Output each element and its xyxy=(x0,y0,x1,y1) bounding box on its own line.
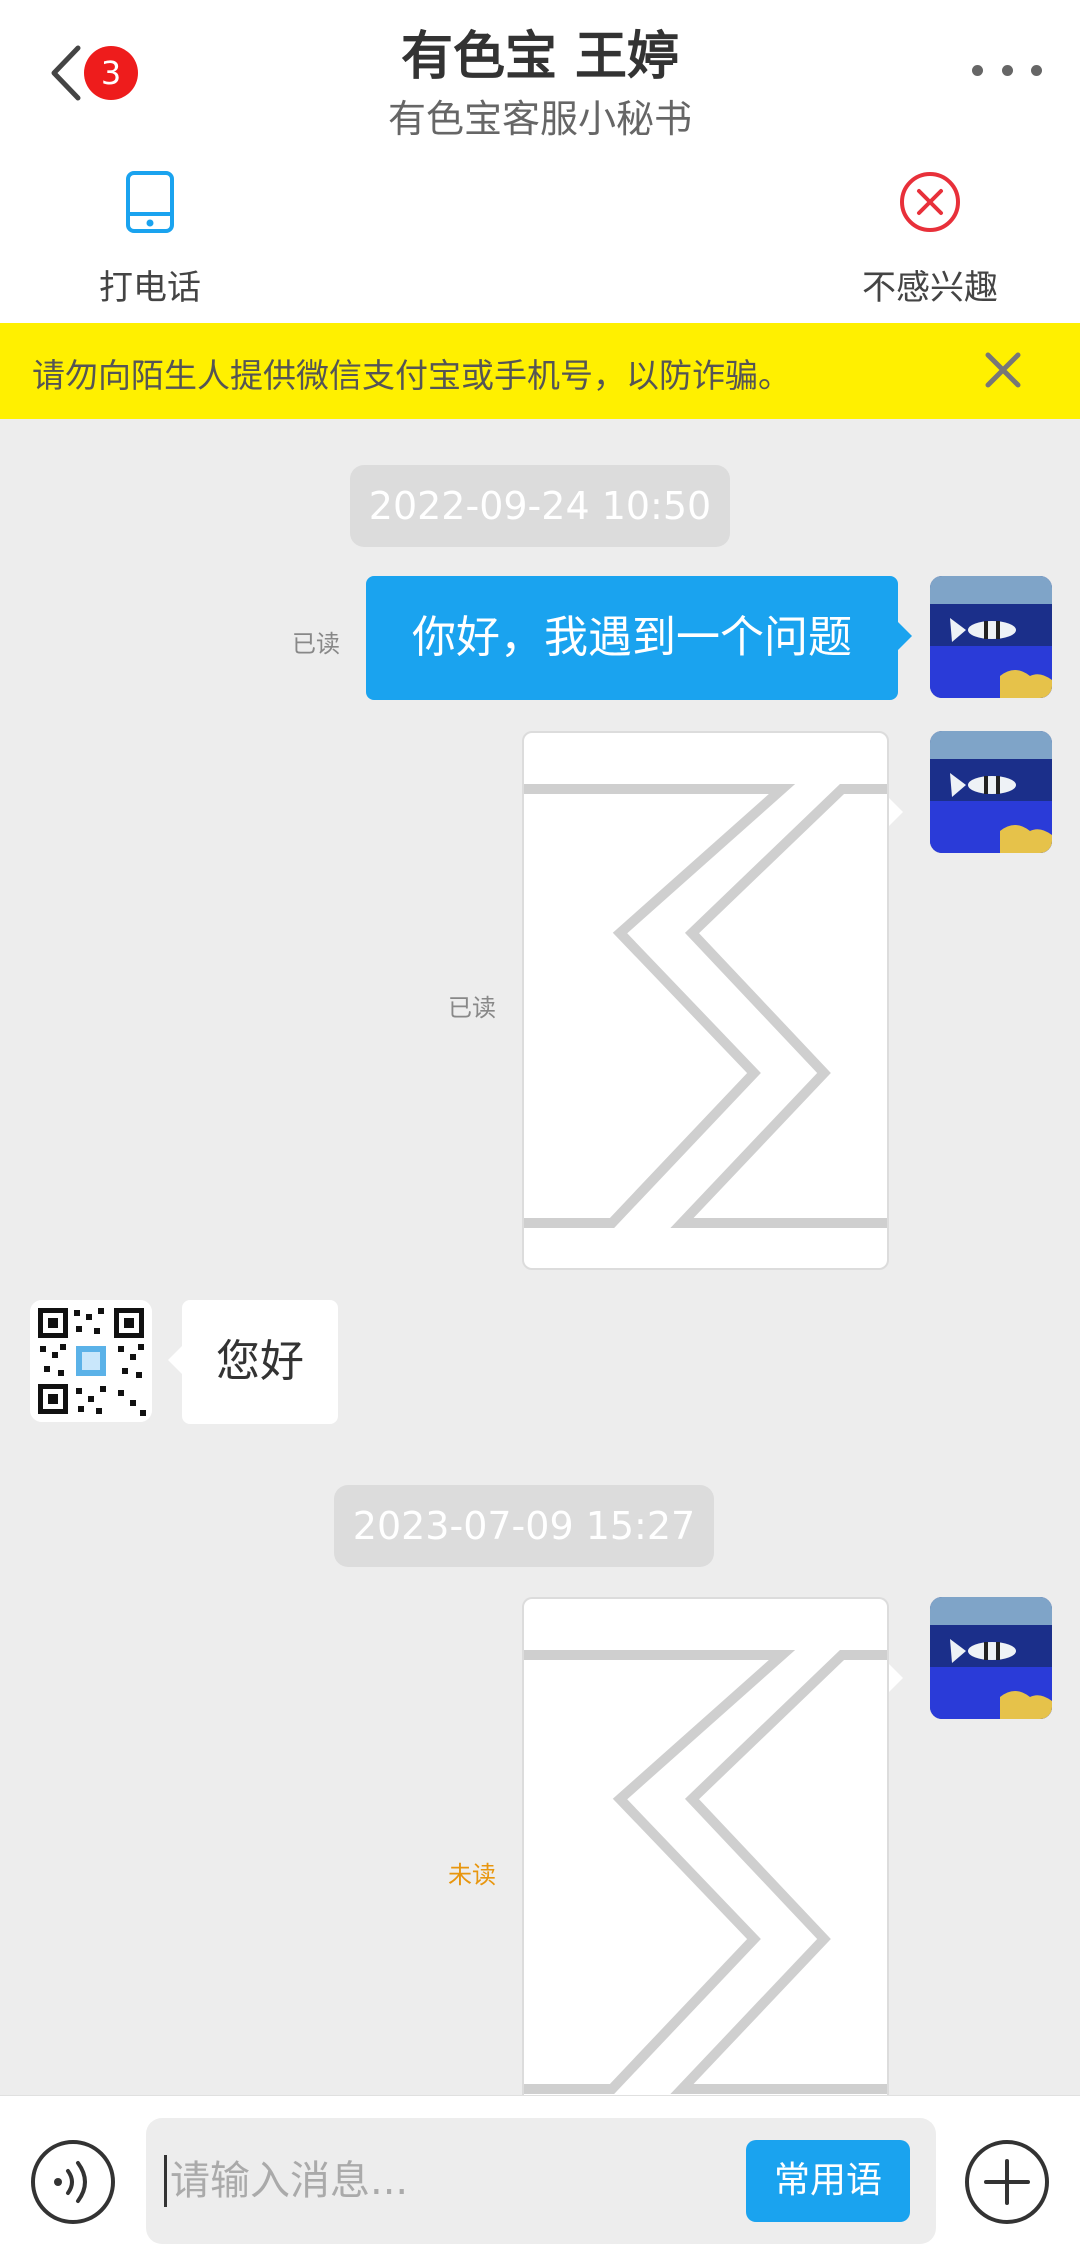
warning-text: 请勿向陌生人提供微信支付宝或手机号，以防诈骗。 xyxy=(32,356,791,395)
call-label: 打电话 xyxy=(99,268,201,308)
read-status: 已读 xyxy=(292,630,340,658)
unread-status: 未读 xyxy=(448,1861,496,1889)
message-text: 您好 xyxy=(216,1336,304,1387)
more-options-button[interactable] xyxy=(972,48,1042,92)
message-timestamp: 2022-09-24 10:50 xyxy=(350,465,730,547)
not-interested-label: 不感兴趣 xyxy=(862,268,998,308)
fish-avatar-icon xyxy=(930,731,1052,853)
call-button[interactable]: 打电话 xyxy=(80,170,220,309)
message-text: 你好，我遇到一个问题 xyxy=(412,612,852,663)
received-message-bubble[interactable]: 您好 xyxy=(168,1300,338,1424)
bubble-tail xyxy=(889,798,903,826)
close-icon[interactable] xyxy=(980,347,1026,393)
message-input[interactable] xyxy=(170,2148,670,2214)
message-input-bar: 常用语 xyxy=(0,2095,1080,2265)
common-phrases-button[interactable]: 常用语 xyxy=(746,2140,910,2222)
voice-icon[interactable] xyxy=(30,2139,116,2225)
message-input-container[interactable]: 常用语 xyxy=(146,2118,936,2244)
chat-title: 有色宝 王婷 xyxy=(400,27,680,87)
chat-header: 3 有色宝 王婷 有色宝客服小秘书 打电话 不感兴趣 xyxy=(0,0,1080,323)
not-interested-button[interactable]: 不感兴趣 xyxy=(840,170,1020,309)
close-circle-icon xyxy=(900,172,960,232)
plus-icon[interactable] xyxy=(964,2139,1050,2225)
text-caret xyxy=(164,2155,167,2207)
my-avatar[interactable] xyxy=(930,731,1052,853)
fish-avatar-icon xyxy=(930,1597,1052,1719)
image-message[interactable] xyxy=(522,1597,889,2095)
contact-avatar[interactable] xyxy=(30,1300,152,1422)
phone-icon xyxy=(126,171,174,233)
chat-subtitle: 有色宝客服小秘书 xyxy=(387,97,692,141)
bubble-tail xyxy=(889,1664,903,1692)
fish-avatar-icon xyxy=(930,576,1052,698)
sent-message-bubble[interactable]: 你好，我遇到一个问题 xyxy=(366,576,912,700)
image-placeholder-icon xyxy=(524,1650,887,2094)
my-avatar[interactable] xyxy=(930,1597,1052,1719)
dot-icon xyxy=(972,64,983,76)
message-timestamp: 2023-07-09 15:27 xyxy=(334,1485,714,1567)
image-message[interactable] xyxy=(522,731,889,1270)
image-placeholder-icon xyxy=(524,784,887,1228)
dot-icon xyxy=(1031,64,1042,76)
dot-icon xyxy=(1001,64,1013,76)
read-status: 已读 xyxy=(448,994,496,1022)
fraud-warning-banner: 请勿向陌生人提供微信支付宝或手机号，以防诈骗。 xyxy=(0,323,1080,419)
my-avatar[interactable] xyxy=(930,576,1052,698)
qr-code-avatar-icon xyxy=(30,1300,152,1422)
